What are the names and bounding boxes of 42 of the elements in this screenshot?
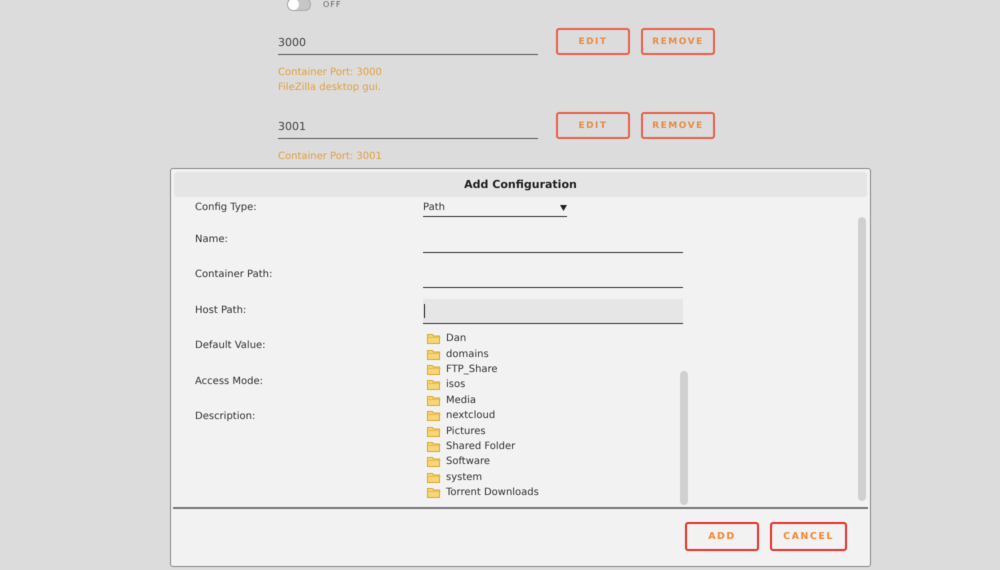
folder-item[interactable]: isos (424, 377, 466, 393)
folder-item[interactable]: nextcloud (424, 408, 496, 424)
field-label: Description: (195, 411, 256, 424)
toggle-switch[interactable] (287, 0, 311, 10)
toggle-label: OFF (323, 0, 342, 8)
port-note: FileZilla desktop gui. (278, 81, 382, 95)
scrollbar[interactable] (858, 217, 866, 501)
host-path-field[interactable] (423, 298, 683, 324)
field-label: Name: (195, 234, 229, 246)
folder-item[interactable]: system (424, 470, 482, 485)
folder-icon (427, 410, 441, 422)
field-label: Default Value: (195, 340, 267, 353)
port-field[interactable]: 3000 (278, 36, 538, 55)
field-label: Container Path: (195, 269, 274, 282)
folder-item[interactable]: Media (424, 392, 476, 408)
folder-icon (427, 364, 441, 375)
folder-icon (427, 456, 441, 468)
folder-icon (427, 487, 441, 498)
port-field[interactable]: 3001 (278, 120, 538, 139)
field-label: Host Path: (195, 304, 248, 318)
folder-item[interactable]: Pictures (424, 423, 486, 439)
folder-icon (427, 333, 441, 344)
field-label: Access Mode: (195, 376, 264, 388)
folder-icon (427, 379, 441, 390)
field-label: Config Type: (195, 202, 258, 215)
folder-item[interactable]: Software (424, 454, 490, 470)
port-note: Container Port: 3000 (278, 66, 383, 80)
folder-item[interactable]: Shared Folder (424, 438, 516, 454)
dropdown-arrow-icon (560, 204, 567, 210)
type-select[interactable]: Path (423, 202, 567, 217)
folder-icon (427, 440, 441, 452)
folder-item[interactable]: Dan (424, 331, 466, 346)
folder-item[interactable]: Torrent Downloads (424, 484, 539, 500)
folder-item[interactable]: domains (424, 346, 489, 362)
dialog-title: Add Configuration (174, 172, 867, 197)
folder-icon (427, 348, 441, 360)
scrollbar[interactable] (680, 371, 688, 505)
folder-icon (427, 472, 441, 483)
folder-icon (427, 426, 441, 437)
folder-item[interactable]: FTP_Share (424, 362, 498, 378)
port-note: Container Port: 3001 (278, 150, 383, 164)
folder-icon (427, 394, 441, 406)
